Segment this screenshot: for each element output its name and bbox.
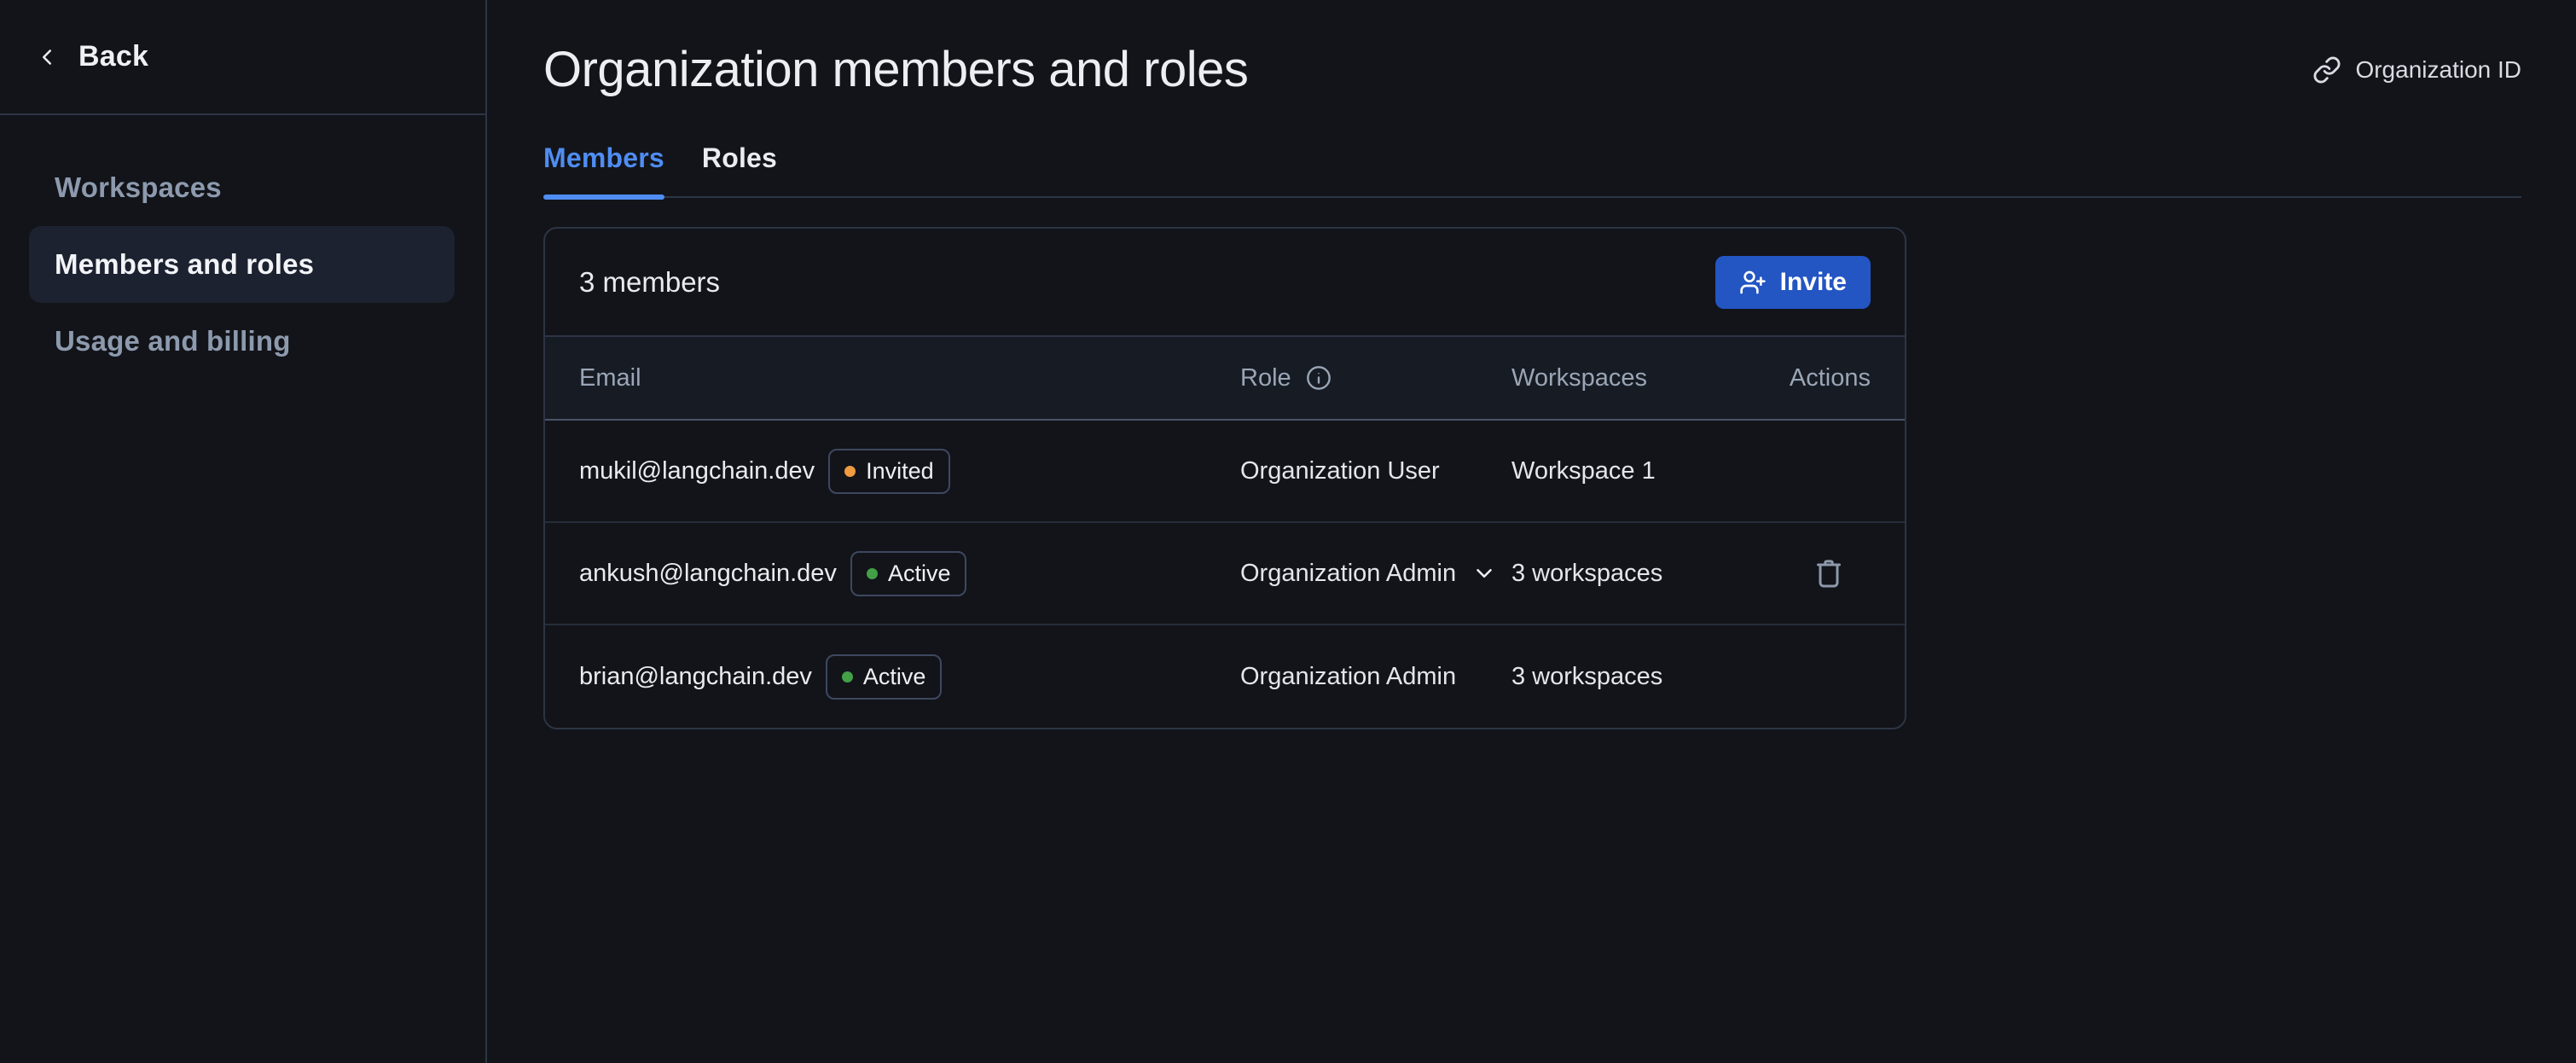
user-plus-icon	[1739, 269, 1767, 296]
chevron-left-icon	[34, 44, 60, 70]
status-badge: Invited	[828, 449, 950, 494]
member-actions	[1786, 551, 1871, 595]
settings-sidebar: Back WorkspacesMembers and rolesUsage an…	[0, 0, 487, 1063]
member-role: Organization User	[1240, 457, 1440, 485]
status-dot	[844, 466, 856, 477]
member-email: brian@langchain.dev	[579, 663, 812, 691]
sidebar-nav: WorkspacesMembers and rolesUsage and bil…	[0, 115, 485, 380]
tab-roles[interactable]: Roles	[702, 142, 777, 196]
member-row: ankush@langchain.dev Active Organization A…	[545, 523, 1905, 625]
status-badge: Active	[850, 551, 967, 596]
back-label: Back	[78, 40, 148, 73]
link-icon	[2312, 55, 2341, 84]
tab-bar: Members Roles	[543, 142, 2521, 198]
info-icon[interactable]	[1305, 364, 1332, 392]
member-workspaces: 3 workspaces	[1511, 560, 1786, 588]
main-content: Organization members and roles Organizat…	[487, 0, 2576, 1063]
column-header-actions: Actions	[1786, 364, 1871, 392]
member-email: ankush@langchain.dev	[579, 560, 837, 588]
member-workspaces: Workspace 1	[1511, 457, 1786, 485]
delete-member-button[interactable]	[1807, 551, 1851, 595]
member-row: brian@langchain.dev Active Organization Ad…	[545, 625, 1905, 728]
member-row: mukil@langchain.dev Invited Organization U…	[545, 421, 1905, 523]
invite-button[interactable]: Invite	[1715, 256, 1871, 309]
member-role: Organization Admin	[1240, 663, 1456, 691]
organization-id-label: Organization ID	[2355, 56, 2521, 84]
chevron-down-icon[interactable]	[1471, 561, 1497, 586]
table-header: Email Role Workspaces Actions	[545, 335, 1905, 421]
tab-members[interactable]: Members	[543, 142, 664, 196]
column-header-role: Role	[1240, 364, 1511, 392]
invite-label: Invite	[1780, 268, 1847, 297]
column-header-email: Email	[579, 364, 1240, 392]
trash-icon	[1812, 556, 1846, 590]
status-badge: Active	[826, 654, 943, 700]
member-email: mukil@langchain.dev	[579, 457, 815, 485]
status-dot	[842, 671, 853, 683]
organization-id-button[interactable]: Organization ID	[2312, 55, 2521, 84]
status-label: Active	[863, 664, 926, 690]
table-body: mukil@langchain.dev Invited Organization U…	[545, 421, 1905, 728]
members-card: 3 members Invite Email Role Workspaces A…	[543, 227, 1906, 729]
status-dot	[867, 568, 878, 579]
member-role: Organization Admin	[1240, 560, 1456, 588]
sidebar-item-workspaces[interactable]: Workspaces	[29, 149, 455, 226]
page-title: Organization members and roles	[543, 41, 1248, 98]
sidebar-item-members-and-roles[interactable]: Members and roles	[29, 226, 455, 303]
status-label: Invited	[866, 458, 934, 485]
column-header-workspaces: Workspaces	[1511, 364, 1786, 392]
member-count: 3 members	[579, 266, 720, 299]
member-workspaces: 3 workspaces	[1511, 663, 1786, 691]
sidebar-item-usage-and-billing[interactable]: Usage and billing	[29, 303, 455, 380]
status-label: Active	[888, 561, 951, 587]
back-button[interactable]: Back	[0, 0, 485, 115]
